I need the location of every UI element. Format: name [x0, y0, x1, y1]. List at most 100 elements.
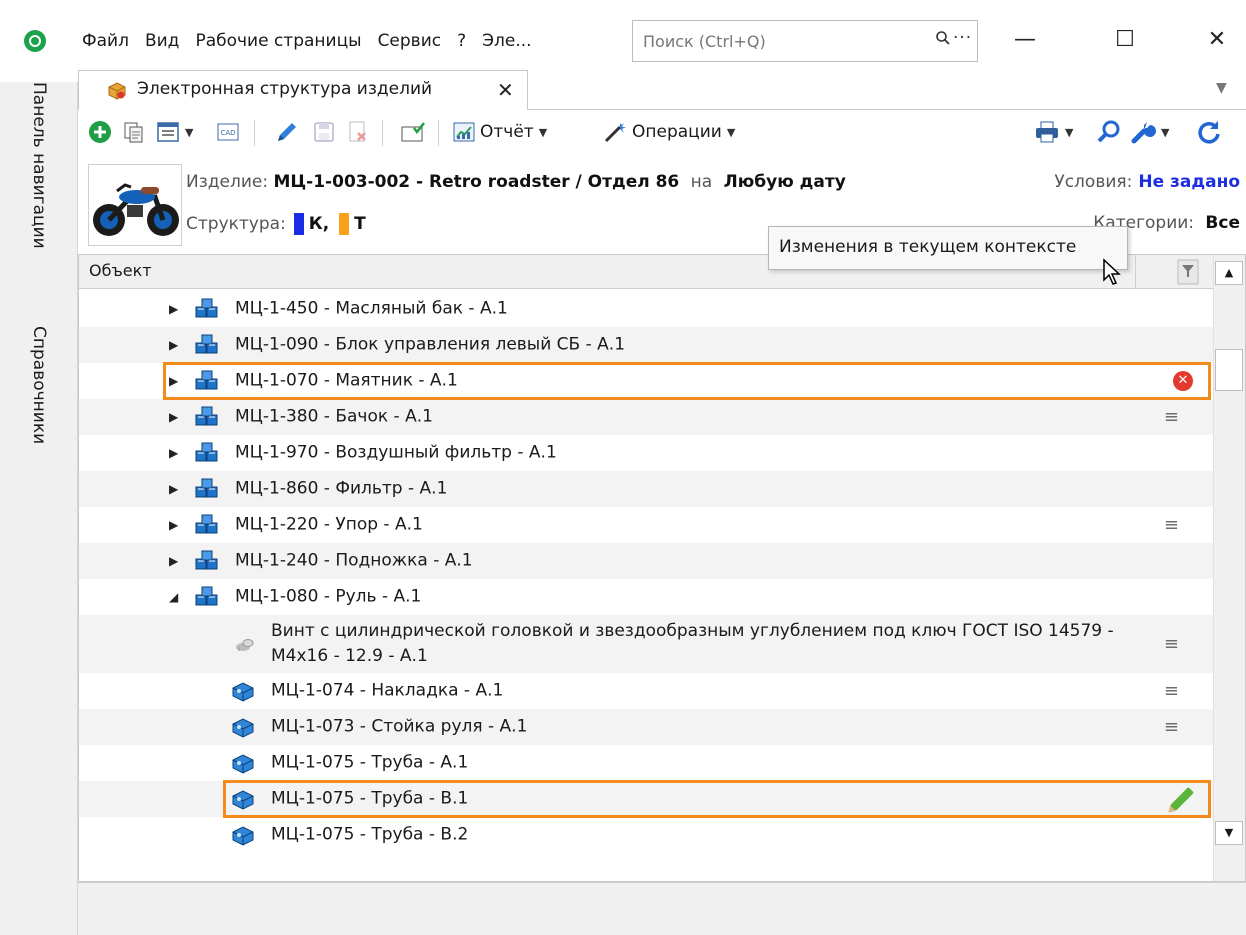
app-logo-icon [24, 30, 46, 52]
details-menu-icon[interactable]: ≡ [1164, 634, 1179, 655]
save-icon [314, 122, 334, 142]
error-icon[interactable]: ✕ [1173, 371, 1193, 391]
edit-button[interactable] [274, 118, 300, 146]
motorcycle-image [93, 183, 179, 236]
operations-button[interactable]: Операции ▼ [602, 118, 735, 146]
menu-more[interactable]: Эле... [474, 28, 539, 54]
settings-button[interactable]: ▼ [1130, 118, 1169, 146]
view-button[interactable]: ▼ [156, 118, 193, 146]
search-options-icon[interactable]: ··· [953, 28, 972, 48]
row-label: МЦ-1-075 - Труба - А.1 [271, 752, 469, 773]
details-menu-icon[interactable]: ≡ [1164, 717, 1179, 738]
tree-row[interactable]: ▶ МЦ-1-860 - Фильтр - А.1 [79, 471, 1213, 507]
expand-arrow-icon[interactable]: ▶ [169, 374, 178, 388]
search-icon[interactable] [935, 30, 951, 51]
assembly-icon [195, 478, 218, 498]
chevron-down-icon[interactable]: ▼ [727, 126, 735, 139]
tree-row[interactable]: Винт с цилиндрической головкой и звездоо… [79, 615, 1213, 673]
details-menu-icon[interactable]: ≡ [1164, 681, 1179, 702]
scroll-down-button[interactable]: ▼ [1215, 821, 1243, 845]
toolbar-separator [382, 120, 383, 146]
tree-row[interactable]: ◢ МЦ-1-080 - Руль - А.1 [79, 579, 1213, 615]
assembly-icon [195, 334, 218, 354]
tree-row[interactable]: МЦ-1-073 - Стойка руля - А.1 ≡ [79, 709, 1213, 745]
structure-t[interactable]: Т [354, 214, 366, 234]
menu-file[interactable]: Файл [74, 28, 137, 54]
tree-row[interactable]: МЦ-1-074 - Накладка - А.1 ≡ [79, 673, 1213, 709]
navigation-panel-tab[interactable]: Панель навигации [28, 82, 50, 249]
left-side-panel: Панель навигации Справочники [0, 82, 78, 935]
search-input[interactable] [643, 29, 923, 53]
row-label: МЦ-1-075 - Труба - B.1 [271, 788, 469, 809]
structure-k[interactable]: К, [309, 214, 329, 234]
column-object-header[interactable]: Объект [89, 261, 152, 280]
tooltip-text: Изменения в текущем контексте [779, 237, 1077, 257]
maximize-button[interactable]: ☐ [1100, 22, 1150, 58]
refresh-button[interactable] [1196, 118, 1222, 146]
tree-row[interactable]: ▶ МЦ-1-070 - Маятник - А.1 ✕ [79, 363, 1213, 399]
report-button[interactable]: Отчёт ▼ [452, 118, 547, 146]
date-value[interactable]: Любую дату [724, 172, 846, 192]
scroll-thumb[interactable] [1215, 349, 1243, 391]
chevron-down-icon[interactable]: ▼ [1065, 126, 1073, 139]
main-panel: Электронная структура изделий ✕ ▼ ▼ CAD [78, 70, 1246, 935]
tree-row[interactable]: ▶ МЦ-1-380 - Бачок - А.1 ≡ [79, 399, 1213, 435]
close-window-button[interactable]: ✕ [1192, 22, 1242, 58]
menu-service[interactable]: Сервис [370, 28, 450, 54]
tab-close-icon[interactable]: ✕ [497, 78, 514, 102]
apply-button[interactable] [400, 118, 426, 146]
categories-value[interactable]: Все [1205, 213, 1240, 233]
tree-row[interactable]: МЦ-1-075 - Труба - А.1 [79, 745, 1213, 781]
expand-arrow-icon[interactable]: ▶ [169, 302, 178, 316]
save-button[interactable] [312, 118, 336, 146]
chevron-down-icon[interactable]: ▼ [185, 126, 193, 139]
tree-row[interactable]: МЦ-1-075 - Труба - B.2 [79, 817, 1213, 853]
collapse-arrow-icon[interactable]: ◢ [169, 590, 178, 604]
tree-row[interactable]: ▶ МЦ-1-240 - Подножка - А.1 [79, 543, 1213, 579]
filter-changes-icon[interactable] [1177, 259, 1199, 285]
minimize-button[interactable]: — [1000, 22, 1050, 58]
assembly-icon [195, 298, 218, 318]
cad-button[interactable]: CAD [216, 118, 240, 146]
part-icon [232, 826, 254, 846]
chevron-down-icon[interactable]: ▼ [1161, 126, 1169, 139]
expand-arrow-icon[interactable]: ▶ [169, 482, 178, 496]
tree-row[interactable]: ▶ МЦ-1-970 - Воздушный фильтр - А.1 [79, 435, 1213, 471]
tab-list-dropdown-icon[interactable]: ▼ [1216, 80, 1227, 96]
copy-button[interactable] [122, 118, 146, 146]
details-menu-icon[interactable]: ≡ [1164, 407, 1179, 428]
expand-arrow-icon[interactable]: ▶ [169, 446, 178, 460]
expand-arrow-icon[interactable]: ▶ [169, 518, 178, 532]
cancel-button[interactable] [346, 118, 370, 146]
part-icon [232, 682, 254, 702]
tree-row[interactable]: ▶ МЦ-1-220 - Упор - А.1 ≡ [79, 507, 1213, 543]
print-button[interactable]: ▼ [1034, 118, 1073, 146]
product-value[interactable]: МЦ-1-003-002 - Retro roadster / Отдел 86 [273, 172, 679, 192]
details-menu-icon[interactable]: ≡ [1164, 515, 1179, 536]
wrench-icon [1131, 122, 1156, 144]
tree-row[interactable]: ▶ МЦ-1-090 - Блок управления левый СБ - … [79, 327, 1213, 363]
find-button[interactable] [1096, 118, 1122, 146]
pencil-icon[interactable] [1169, 786, 1195, 812]
svg-text:CAD: CAD [220, 129, 235, 137]
menu-workpages[interactable]: Рабочие страницы [187, 28, 369, 54]
date-on-label: на [690, 172, 713, 192]
part-icon [232, 790, 254, 810]
conditions-value[interactable]: Не задано [1138, 172, 1240, 192]
tab-product-structure[interactable]: Электронная структура изделий ✕ [78, 70, 528, 110]
menu-help[interactable]: ? [449, 28, 474, 54]
toolbar-separator [438, 120, 439, 146]
references-tab[interactable]: Справочники [28, 326, 50, 444]
expand-arrow-icon[interactable]: ▶ [169, 338, 178, 352]
row-label: МЦ-1-970 - Воздушный фильтр - А.1 [235, 442, 557, 463]
tree-row[interactable]: МЦ-1-075 - Труба - B.1 [79, 781, 1213, 817]
tree-row[interactable]: ▶ МЦ-1-450 - Масляный бак - А.1 [79, 291, 1213, 327]
row-label: МЦ-1-073 - Стойка руля - А.1 [271, 716, 528, 737]
expand-arrow-icon[interactable]: ▶ [169, 410, 178, 424]
menu-view[interactable]: Вид [137, 28, 187, 54]
add-button[interactable] [88, 118, 112, 146]
chevron-down-icon[interactable]: ▼ [539, 126, 547, 139]
expand-arrow-icon[interactable]: ▶ [169, 554, 178, 568]
scroll-up-button[interactable]: ▲ [1215, 261, 1243, 285]
structure-line: Структура: К, Т [186, 213, 366, 235]
